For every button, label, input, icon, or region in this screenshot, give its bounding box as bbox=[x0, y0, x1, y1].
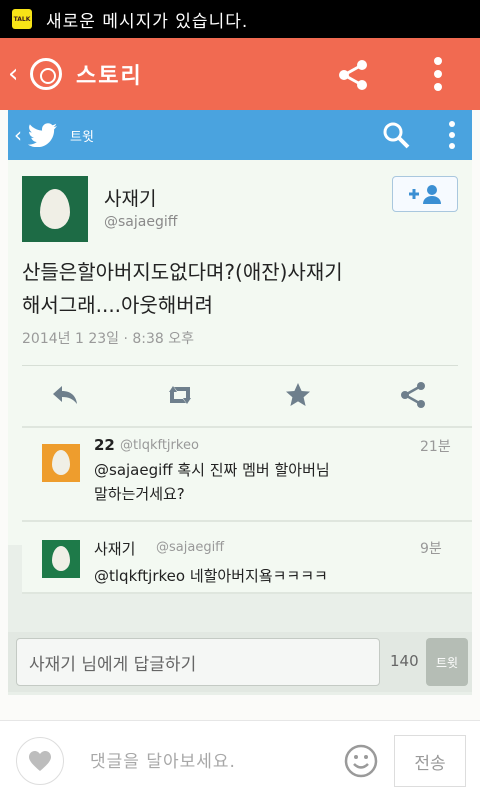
share-icon[interactable] bbox=[336, 58, 370, 92]
divider bbox=[22, 365, 458, 366]
notification-text: 새로운 메시지가 있습니다. bbox=[46, 11, 249, 32]
tweet-author-handle: @sajaegiff bbox=[104, 214, 178, 230]
twitter-screen-label: 트윗 bbox=[70, 129, 94, 145]
twitter-reply-bar: 사재기 님에게 답글하기 140 트윗 bbox=[8, 632, 472, 692]
avatar bbox=[22, 176, 88, 242]
follow-button bbox=[392, 176, 458, 212]
search-icon bbox=[383, 122, 410, 149]
tweet-text-line: 해서그래....아웃해버려 bbox=[22, 293, 214, 317]
tweet-button: 트윗 bbox=[426, 638, 468, 686]
share-icon bbox=[401, 382, 425, 408]
comment-bar: 댓글을 달아보세요. 전송 bbox=[0, 720, 480, 800]
more-vertical-icon bbox=[449, 121, 455, 149]
reply-item: 22 @tlqkftjrkeo 21분 @sajaegiff 혹시 진짜 멤버 … bbox=[22, 426, 472, 522]
status-bar: TALK 새로운 메시지가 있습니다. bbox=[0, 0, 480, 38]
reply-text-line: @tlqkftjrkeo 네할아버지욬ㅋㅋㅋㅋ bbox=[94, 567, 328, 585]
avatar bbox=[42, 540, 80, 578]
twitter-reply-input: 사재기 님에게 답글하기 bbox=[16, 638, 380, 686]
twitter-bird-icon bbox=[28, 123, 57, 147]
post-image[interactable]: ‹ 트윗 사재기 @sajaegiff 산들은할아버지도없다며?(애잔)사재기 … bbox=[0, 110, 480, 720]
tweet-text: 산들은할아버지도없다며?(애잔)사재기 해서그래....아웃해버려 bbox=[22, 256, 462, 322]
smiley-icon[interactable] bbox=[343, 743, 379, 779]
reply-author-name: 22 bbox=[94, 436, 115, 454]
reply-time: 9분 bbox=[420, 541, 442, 557]
more-vertical-icon[interactable] bbox=[428, 56, 448, 92]
add-user-icon bbox=[409, 185, 441, 204]
app-bar: ‹ 스토리 bbox=[0, 38, 480, 110]
reply-icon bbox=[53, 386, 77, 404]
like-button[interactable] bbox=[16, 737, 64, 785]
kakaotalk-icon: TALK bbox=[12, 9, 32, 29]
reply-text-line: 말하는거세요? bbox=[94, 485, 185, 503]
reply-author-name: 사재기 bbox=[94, 540, 136, 558]
reply-text-line: @sajaegiff 혹시 진짜 멤버 할아버님 bbox=[94, 461, 330, 479]
comment-input[interactable]: 댓글을 달아보세요. bbox=[90, 747, 236, 772]
app-title: 스토리 bbox=[76, 64, 143, 89]
reply-item: 사재기 @sajaegiff 9분 @tlqkftjrkeo 네할아버지욬ㅋㅋㅋ… bbox=[22, 530, 472, 594]
reply-text: @tlqkftjrkeo 네할아버지욬ㅋㅋㅋㅋ bbox=[94, 564, 424, 588]
star-icon bbox=[286, 383, 310, 406]
chevron-left-icon: ‹ bbox=[14, 123, 22, 147]
reply-author-handle: @tlqkftjrkeo bbox=[120, 438, 199, 453]
reply-author-handle: @sajaegiff bbox=[156, 540, 225, 555]
kakaostory-icon[interactable] bbox=[30, 58, 62, 90]
tweet-timestamp: 2014년 1 23일 · 8:38 오후 bbox=[22, 331, 195, 347]
char-count: 140 bbox=[390, 652, 419, 670]
twitter-screenshot: ‹ 트윗 사재기 @sajaegiff 산들은할아버지도없다며?(애잔)사재기 … bbox=[8, 110, 472, 695]
retweet-icon bbox=[169, 386, 191, 404]
avatar bbox=[42, 444, 80, 482]
twitter-header: ‹ 트윗 bbox=[8, 110, 472, 160]
reply-text: @sajaegiff 혹시 진짜 멤버 할아버님 말하는거세요? bbox=[94, 458, 424, 506]
send-button[interactable]: 전송 bbox=[394, 735, 466, 787]
tweet-author-name: 사재기 bbox=[104, 188, 157, 210]
reply-time: 21분 bbox=[420, 439, 451, 455]
heart-icon bbox=[29, 751, 51, 771]
tweet-text-line: 산들은할아버지도없다며?(애잔)사재기 bbox=[22, 260, 343, 284]
chevron-left-icon[interactable]: ‹ bbox=[8, 61, 28, 87]
